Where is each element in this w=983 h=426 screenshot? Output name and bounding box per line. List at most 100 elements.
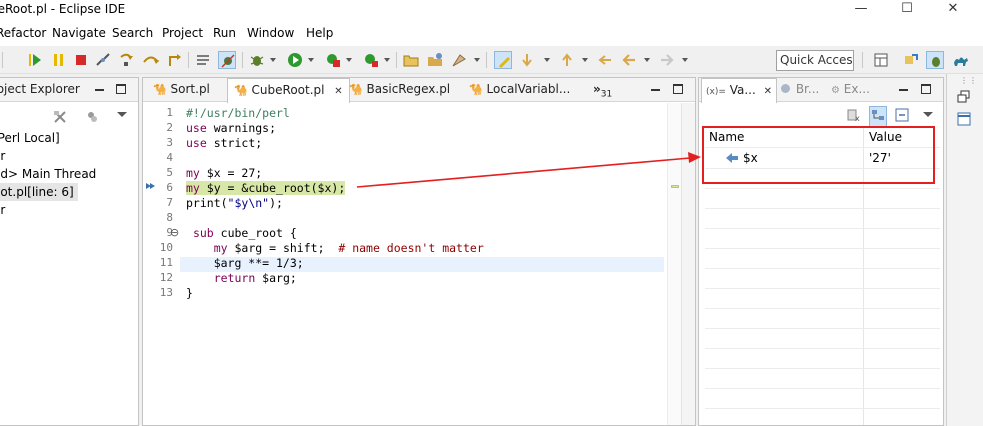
tab-expressions[interactable]: ⚙ Ex... <box>831 78 870 102</box>
debug-dropdown-icon[interactable] <box>270 58 276 62</box>
menu-run[interactable]: Run <box>213 26 236 40</box>
tab-basicregex[interactable]: 🐪 BasicRegex.pl <box>343 78 456 102</box>
project-explorer-tab[interactable]: Project Explorer <box>0 78 80 102</box>
menu-search[interactable]: Search <box>112 26 153 40</box>
collapse-all-icon[interactable] <box>893 106 911 127</box>
tree-item[interactable]: er <box>0 201 5 219</box>
external-tools-dropdown-icon[interactable] <box>384 58 390 62</box>
menu-help[interactable]: Help <box>306 26 333 40</box>
perl-perspective-icon[interactable] <box>902 51 920 69</box>
tab-sort[interactable]: 🐪 Sort.pl <box>147 78 216 102</box>
expressions-icon: ⚙ <box>831 85 840 96</box>
view-menu-icon[interactable] <box>117 112 127 117</box>
toolbar-separator <box>188 52 189 68</box>
menu-project[interactable]: Project <box>162 26 203 40</box>
tree-item[interactable]: ed> Main Thread <box>0 165 96 183</box>
tab-localvariables[interactable]: 🐪 LocalVariabl... <box>463 78 576 102</box>
remove-launches-icon[interactable] <box>51 108 69 129</box>
previous-annotation-dropdown-icon[interactable] <box>582 58 588 62</box>
minimize-view-icon[interactable] <box>899 89 908 91</box>
code-line-13: } <box>186 286 193 300</box>
coverage-icon[interactable] <box>324 51 342 69</box>
line-number: 11 <box>159 256 173 269</box>
open-perspective-icon[interactable] <box>450 51 468 69</box>
next-annotation-dropdown-icon[interactable] <box>544 58 550 62</box>
editor-scrollbar[interactable] <box>681 103 695 425</box>
tree-item[interactable]: er <box>0 147 5 165</box>
step-over-icon[interactable] <box>142 51 160 69</box>
minimize-editor-icon[interactable] <box>651 89 660 91</box>
camel-file-icon: 🐪 <box>153 83 167 96</box>
minimized-outline-icon[interactable] <box>957 112 971 129</box>
toolbar-separator <box>396 52 397 68</box>
camel-perspective-icon[interactable] <box>952 51 970 69</box>
overflow-count: 31 <box>600 89 613 100</box>
step-into-icon[interactable] <box>118 51 136 69</box>
tree-item[interactable]: [Perl Local] <box>0 129 60 147</box>
tab-breakpoints[interactable]: Br... <box>781 78 819 102</box>
run-dropdown-icon[interactable] <box>308 58 314 62</box>
next-annotation-icon[interactable] <box>518 51 536 69</box>
restore-view-icon[interactable] <box>957 90 971 107</box>
open-folder-icon[interactable] <box>426 51 444 69</box>
menu-window[interactable]: Window <box>247 26 294 40</box>
debug-icon[interactable] <box>248 51 266 69</box>
tab-variables[interactable]: (x)= Va... ✕ <box>701 78 778 103</box>
collapse-all-icon[interactable] <box>83 108 101 129</box>
terminate-icon[interactable] <box>72 51 90 69</box>
minimize-button[interactable]: — <box>838 0 884 22</box>
selected-expression: my $y = &cube_root($x); <box>186 181 346 195</box>
maximize-view-icon[interactable] <box>116 84 126 94</box>
line-number: 12 <box>159 271 173 284</box>
new-project-icon[interactable] <box>402 51 420 69</box>
overview-marker[interactable] <box>671 185 679 188</box>
last-edit-icon[interactable] <box>596 51 614 69</box>
external-tools-icon[interactable] <box>362 51 380 69</box>
toolbar-separator <box>2 52 3 68</box>
coverage-dropdown-icon[interactable] <box>346 58 352 62</box>
view-menu-icon[interactable] <box>923 112 933 117</box>
tab-cuberoot[interactable]: 🐪 CubeRoot.pl ✕ <box>227 78 350 103</box>
resume-icon[interactable] <box>26 51 44 69</box>
open-perspective-button-icon[interactable] <box>872 51 890 69</box>
menu-navigate[interactable]: Navigate <box>52 26 106 40</box>
main-toolbar: Quick Access <box>0 46 983 74</box>
run-icon[interactable] <box>286 51 304 69</box>
forward-icon[interactable] <box>658 51 676 69</box>
back-dropdown-icon[interactable] <box>644 58 650 62</box>
perspective-dropdown-icon[interactable] <box>474 58 480 62</box>
show-type-names-icon[interactable]: x <box>845 106 863 127</box>
tree-item-selected-frame[interactable]: oot.pl[line: 6] <box>0 183 78 201</box>
line-number: 1 <box>166 106 173 119</box>
line-number: 7 <box>166 196 173 209</box>
fold-collapse-icon[interactable]: ⊖ <box>170 226 179 239</box>
previous-annotation-icon[interactable] <box>558 51 576 69</box>
line-number: 5 <box>166 166 173 179</box>
skip-breakpoints-icon[interactable] <box>218 51 236 69</box>
minimize-view-icon[interactable] <box>95 89 104 91</box>
code-line-11: $arg **= 1/3; <box>186 256 304 270</box>
title-bar: CubeRoot.pl - Eclipse IDE — ☐ ✕ <box>0 0 983 22</box>
quick-access-field[interactable]: Quick Access <box>776 50 854 71</box>
tab-overflow-button[interactable]: »31 <box>593 78 612 102</box>
forward-dropdown-icon[interactable] <box>682 58 688 62</box>
disconnect-icon[interactable] <box>94 51 112 69</box>
maximize-view-icon[interactable] <box>921 84 931 94</box>
project-explorer-header: Project Explorer <box>0 78 138 102</box>
back-icon[interactable] <box>620 51 638 69</box>
maximize-editor-icon[interactable] <box>673 84 683 94</box>
step-return-icon[interactable] <box>166 51 184 69</box>
variables-icon: (x)= <box>706 87 726 97</box>
debug-perspective-icon[interactable] <box>926 51 944 69</box>
maximize-button[interactable]: ☐ <box>884 0 930 22</box>
highlight-icon[interactable] <box>494 51 512 69</box>
suspend-icon[interactable] <box>50 51 68 69</box>
show-logical-structure-icon[interactable] <box>869 106 887 127</box>
use-step-filters-icon[interactable] <box>194 51 212 69</box>
close-tab-icon[interactable]: ✕ <box>334 86 342 97</box>
close-tab-icon[interactable]: ✕ <box>764 86 772 97</box>
code-line-5: my $x = 27; <box>186 166 263 180</box>
close-window-button[interactable]: ✕ <box>930 0 976 22</box>
keyword: my <box>186 166 200 180</box>
menu-refactor[interactable]: Refactor <box>0 26 46 40</box>
